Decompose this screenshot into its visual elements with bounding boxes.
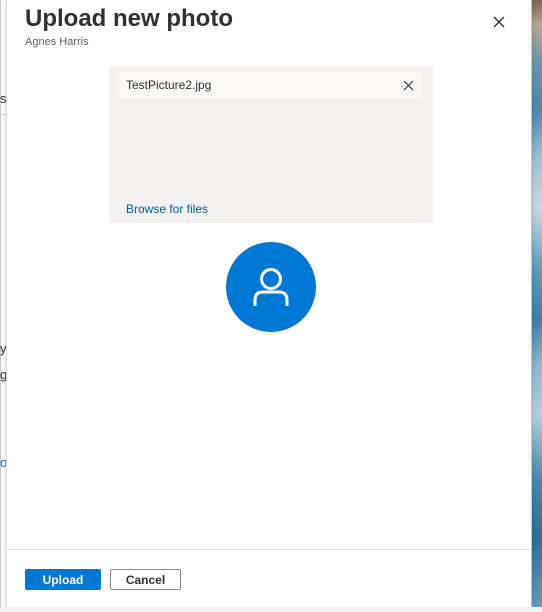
cancel-button[interactable]: Cancel: [110, 569, 181, 590]
window-bottom-edge: [0, 607, 542, 612]
screen: s y g o Upload new photo Agnes Harris Te…: [0, 0, 542, 612]
upload-photo-panel: Upload new photo Agnes Harris TestPictur…: [6, 0, 532, 607]
remove-file-button[interactable]: [398, 75, 418, 95]
person-icon: [253, 268, 289, 306]
browse-for-files-link[interactable]: Browse for files: [126, 202, 208, 216]
selected-file-name: TestPicture2.jpg: [126, 78, 212, 92]
selected-file: TestPicture2.jpg: [119, 72, 422, 100]
upload-button[interactable]: Upload: [25, 569, 101, 590]
panel-title: Upload new photo: [25, 5, 233, 32]
close-panel-button[interactable]: [487, 10, 511, 34]
user-name: Agnes Harris: [25, 36, 89, 48]
close-icon: [493, 16, 505, 28]
avatar: [226, 242, 316, 332]
file-drop-zone[interactable]: TestPicture2.jpg Browse for files: [109, 66, 433, 223]
close-icon: [403, 80, 413, 90]
footer-divider: [7, 549, 531, 550]
